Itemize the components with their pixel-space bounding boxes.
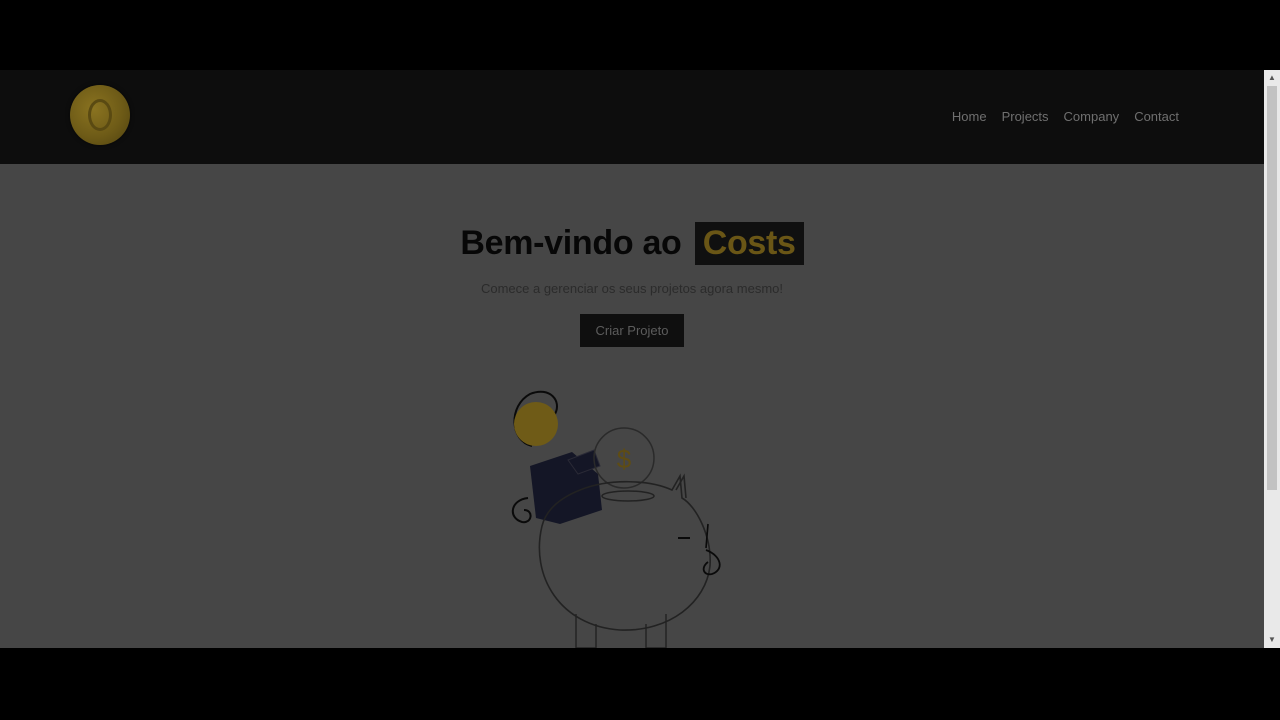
logo-coin-icon[interactable] (70, 85, 130, 145)
logo-inner-ring (88, 99, 112, 131)
hero-title: Bem-vindo ao Costs (0, 222, 1264, 265)
coin-dollar-symbol: $ (617, 444, 632, 474)
nav-link-projects[interactable]: Projects (1002, 109, 1049, 124)
nav-links: Home Projects Company Contact (952, 109, 1179, 124)
hero-title-text: Bem-vindo ao (460, 224, 682, 262)
scroll-up-icon[interactable]: ▲ (1264, 70, 1280, 86)
person-head (514, 402, 558, 446)
hero-section: Bem-vindo ao Costs Comece a gerenciar os… (0, 164, 1264, 347)
piggy-bank-illustration: $ (512, 390, 721, 648)
piggy-slot (601, 490, 655, 502)
vertical-scrollbar[interactable]: ▲ ▼ (1264, 70, 1280, 648)
person-tail (512, 497, 532, 524)
create-project-button[interactable]: Criar Projeto (579, 314, 685, 347)
hero-brand-highlight: Costs (694, 222, 804, 265)
scroll-down-icon[interactable]: ▼ (1264, 632, 1280, 648)
piggy-snout (702, 549, 721, 576)
navbar: Home Projects Company Contact (0, 70, 1264, 164)
piggy-leg-left (575, 614, 597, 648)
nav-link-company[interactable]: Company (1064, 109, 1120, 124)
piggy-hair (705, 523, 709, 549)
letterbox-bottom (0, 648, 1280, 720)
scrollbar-thumb[interactable] (1267, 86, 1277, 490)
nav-link-contact[interactable]: Contact (1134, 109, 1179, 124)
page-viewport: Home Projects Company Contact Bem-vindo … (0, 70, 1264, 648)
nav-link-home[interactable]: Home (952, 109, 987, 124)
letterbox-top (0, 0, 1280, 70)
hero-subtitle: Comece a gerenciar os seus projetos agor… (480, 281, 784, 296)
piggy-leg-right (645, 614, 667, 648)
